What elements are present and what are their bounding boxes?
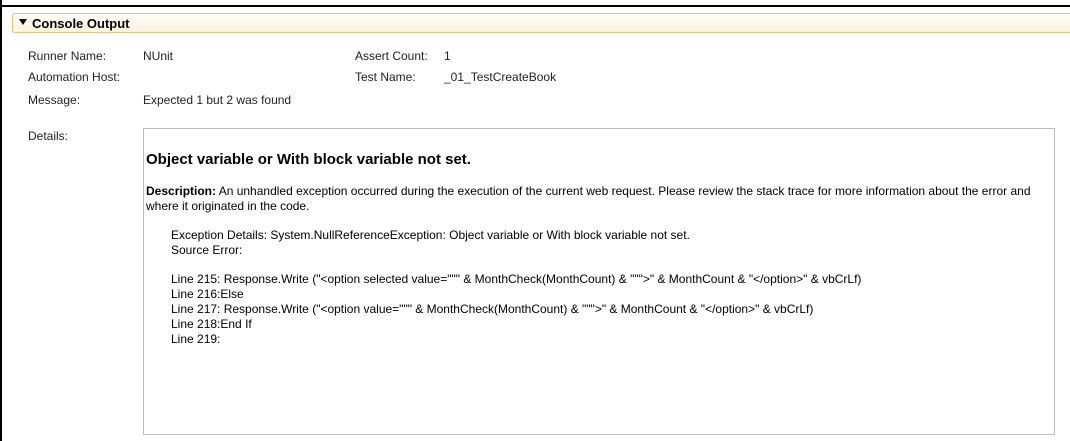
source-line: Line 217: Response.Write ("<option value… — [171, 302, 814, 316]
triangle-down-icon[interactable] — [19, 18, 27, 28]
source-line: Line 215: Response.Write ("<option selec… — [171, 272, 862, 286]
automation-host-label: Automation Host: — [28, 70, 121, 84]
source-error-label: Source Error: — [171, 243, 243, 257]
test-name-label: Test Name: — [355, 70, 416, 84]
test-name-value: _01_TestCreateBook — [444, 70, 557, 84]
assert-count-value: 1 — [444, 49, 451, 63]
details-label: Details: — [28, 129, 69, 143]
message-value: Expected 1 but 2 was found — [143, 93, 292, 107]
console-output-header[interactable]: Console Output — [12, 13, 1070, 33]
section-title: Console Output — [32, 15, 130, 31]
runner-name-label: Runner Name: — [28, 49, 107, 63]
source-line: Line 216:Else — [171, 287, 244, 301]
error-title: Object variable or With block variable n… — [146, 151, 471, 168]
source-line: Line 219: — [171, 332, 221, 346]
description-label: Description: — [146, 184, 217, 198]
runner-name-value: NUnit — [143, 49, 174, 63]
message-label: Message: — [28, 93, 81, 107]
top-border — [0, 5, 1070, 7]
source-line: Line 218:End If — [171, 317, 252, 331]
assert-count-label: Assert Count: — [355, 49, 428, 63]
exception-details: Exception Details: System.NullReferenceE… — [171, 228, 690, 242]
error-description: Description: An unhandled exception occu… — [146, 184, 1052, 214]
description-text: An unhandled exception occurred during t… — [146, 184, 1031, 213]
